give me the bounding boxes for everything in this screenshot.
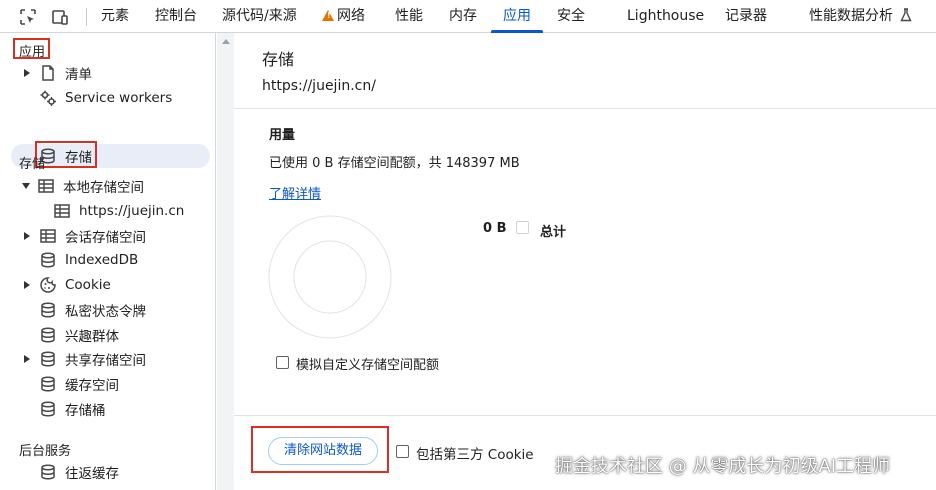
devtools-toolbar: 元素 控制台 源代码/来源 网络 性能 内存 应用 安全 Lighthouse … — [0, 0, 936, 33]
scroll-up-arrow-icon[interactable] — [222, 39, 230, 44]
cookie-icon — [40, 277, 56, 293]
sidebar-item-private-state-tokens[interactable]: 私密状态令牌 — [39, 298, 146, 322]
element-picker-icon[interactable] — [19, 8, 37, 26]
sidebar-scrollbar[interactable] — [217, 33, 234, 490]
tab-performance[interactable]: 性能 — [395, 0, 423, 33]
tab-performance-insights-label: 性能数据分析 — [809, 8, 893, 24]
tab-elements[interactable]: 元素 — [101, 0, 129, 33]
sidebar-item-local-storage-origin[interactable]: https://juejin.cn — [53, 199, 184, 223]
tab-recorder[interactable]: 记录器 — [725, 0, 767, 33]
sidebar-item-label: https://juejin.cn — [79, 203, 185, 219]
sidebar-item-cookie[interactable]: Cookie — [24, 273, 111, 297]
include-third-party-cookie-checkbox[interactable] — [396, 445, 409, 458]
sidebar-item-storage-buckets[interactable]: 存储桶 — [39, 397, 106, 421]
annotation-box-clear-button — [251, 426, 389, 473]
tab-security[interactable]: 安全 — [557, 0, 585, 33]
sidebar-item-label: IndexedDB — [65, 252, 139, 268]
tab-memory[interactable]: 内存 — [449, 0, 477, 33]
annotation-box-application — [13, 38, 50, 59]
expand-arrow-icon[interactable] — [24, 355, 30, 363]
expand-arrow-icon[interactable] — [24, 281, 30, 289]
tab-network-label: 网络 — [337, 8, 365, 24]
tab-performance-insights[interactable]: 性能数据分析 — [809, 0, 913, 33]
sidebar-item-service-workers[interactable]: Service workers — [39, 86, 172, 110]
simulate-quota-checkbox[interactable] — [276, 356, 289, 369]
toolbar-separator — [86, 8, 87, 26]
database-icon — [41, 401, 55, 417]
expand-arrow-icon[interactable] — [24, 232, 30, 240]
usage-pie-chart — [268, 215, 392, 339]
sidebar-item-label: 往返缓存 — [65, 466, 119, 482]
tab-sources[interactable]: 源代码/来源 — [222, 0, 297, 33]
database-icon — [41, 351, 55, 367]
section-storage: 存储 — [19, 157, 46, 172]
sidebar-item-label: Cookie — [65, 277, 111, 293]
bottom-divider — [234, 415, 936, 416]
sidebar-item-label: 存储桶 — [65, 403, 106, 419]
tab-lighthouse[interactable]: Lighthouse — [627, 0, 704, 33]
device-toolbar-icon[interactable] — [51, 8, 69, 26]
page-title: 存储 — [262, 50, 295, 69]
database-icon — [41, 252, 55, 268]
database-icon — [41, 302, 55, 318]
tab-console[interactable]: 控制台 — [155, 0, 197, 33]
warning-icon — [322, 10, 334, 21]
header-divider — [234, 108, 936, 109]
legend-value: 0 B — [483, 221, 507, 236]
storage-panel: 存储 https://juejin.cn/ 用量 已使用 0 B 存储空间配额，… — [234, 33, 936, 490]
include-third-party-cookie-label: 包括第三方 Cookie — [416, 447, 534, 463]
database-icon — [41, 327, 55, 343]
usage-heading: 用量 — [269, 128, 296, 143]
sidebar-item-label: 兴趣群体 — [65, 329, 119, 345]
origin-url: https://juejin.cn/ — [262, 78, 376, 94]
sidebar-item-interest-groups[interactable]: 兴趣群体 — [39, 323, 119, 347]
sidebar-item-label: 会话存储空间 — [65, 230, 146, 246]
tab-application[interactable]: 应用 — [503, 0, 531, 33]
simulate-quota-label: 模拟自定义存储空间配额 — [296, 358, 440, 373]
sidebar-item-manifest[interactable]: 清单 — [24, 61, 92, 85]
sidebar-item-local-storage[interactable]: 本地存储空间 — [22, 174, 144, 198]
section-background-services: 后台服务 — [19, 444, 72, 459]
sidebar-item-label: 本地存储空间 — [63, 180, 144, 196]
learn-more-link[interactable]: 了解详情 — [269, 183, 321, 202]
sidebar-item-shared-storage[interactable]: 共享存储空间 — [24, 347, 146, 371]
database-icon — [41, 464, 55, 480]
table-icon — [54, 204, 70, 218]
legend-swatch — [516, 221, 529, 234]
sidebar-item-back-forward-cache[interactable]: 往返缓存 — [39, 460, 119, 484]
sidebar-item-label: 缓存空间 — [65, 378, 119, 394]
sidebar-item-label: 共享存储空间 — [65, 353, 146, 369]
flask-icon — [900, 8, 913, 22]
database-icon — [41, 376, 55, 392]
application-sidebar: 应用 清单 Service workers 存储 存储 本地存储空间 https… — [0, 33, 216, 490]
sidebar-item-cache-storage[interactable]: 缓存空间 — [39, 372, 119, 396]
gears-icon — [40, 90, 56, 106]
table-icon — [40, 229, 56, 243]
sidebar-item-label: Service workers — [65, 90, 173, 106]
table-icon — [38, 179, 54, 193]
usage-summary: 已使用 0 B 存储空间配额，共 148397 MB — [269, 156, 520, 171]
tab-network[interactable]: 网络 — [322, 0, 365, 33]
legend-label: 总计 — [540, 225, 567, 240]
collapse-arrow-icon[interactable] — [22, 183, 30, 189]
sidebar-item-session-storage[interactable]: 会话存储空间 — [24, 224, 146, 248]
watermark-text: 掘金技术社区 @ 从零成长为初级AI工程师 — [555, 456, 891, 477]
sidebar-item-label: 清单 — [65, 67, 92, 83]
sidebar-item-label: 私密状态令牌 — [65, 304, 146, 320]
expand-arrow-icon[interactable] — [24, 69, 30, 77]
sidebar-item-indexeddb[interactable]: IndexedDB — [39, 248, 138, 272]
document-icon — [42, 65, 54, 81]
